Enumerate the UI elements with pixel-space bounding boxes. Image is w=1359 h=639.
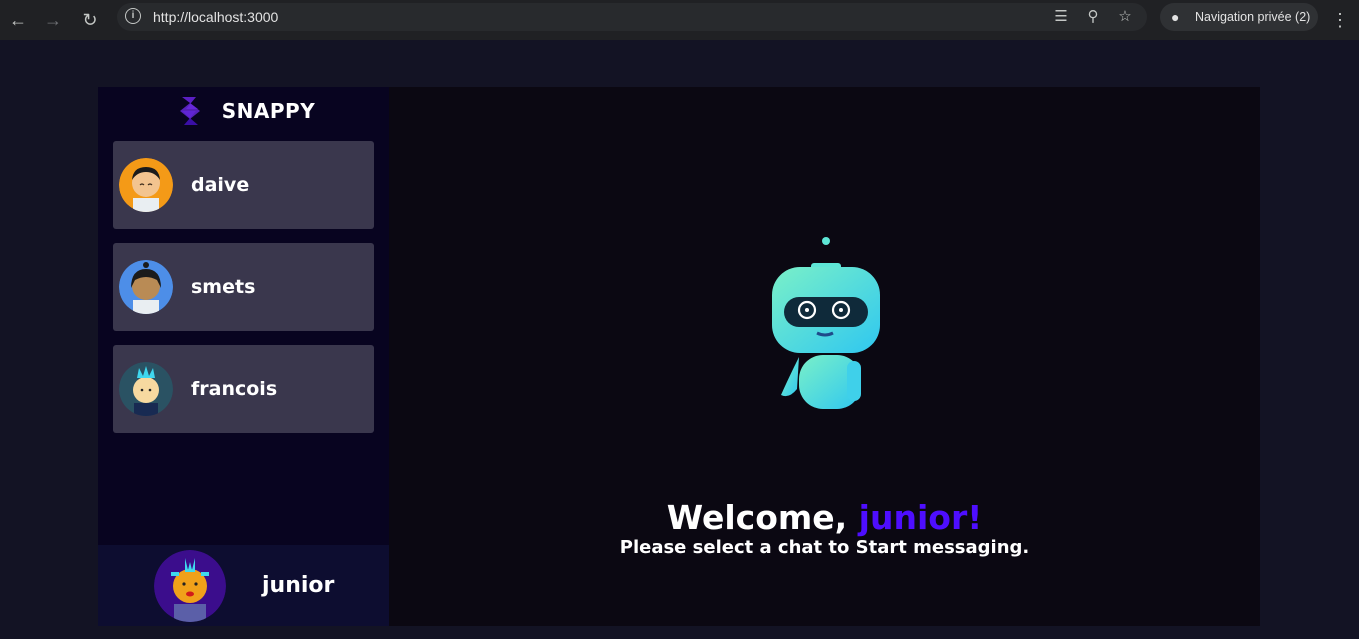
contacts-sidebar: SNAPPY daive smets francois junior	[98, 87, 389, 626]
zoom-icon[interactable]: ⚲	[1083, 7, 1103, 27]
info-icon[interactable]: i	[125, 8, 141, 24]
reload-icon[interactable]: ↻	[76, 6, 104, 34]
forward-icon[interactable]: →	[39, 6, 67, 34]
url-text[interactable]: http://localhost:3000	[153, 3, 278, 31]
avatar	[119, 260, 173, 314]
avatar	[154, 549, 226, 622]
welcome-username: junior!	[858, 498, 983, 537]
avatar	[119, 362, 173, 416]
incognito-profile-button[interactable]: ● Navigation privée (2)	[1160, 3, 1318, 31]
current-user-panel: junior	[98, 545, 389, 626]
avatar	[119, 158, 173, 212]
browser-toolbar: ← → ↻ i http://localhost:3000 ☰ ⚲ ☆ ● Na…	[0, 0, 1359, 40]
brand: SNAPPY	[98, 87, 389, 135]
translate-icon[interactable]: ☰	[1051, 7, 1071, 27]
welcome-greeting: Welcome,	[666, 498, 859, 537]
profile-label: Navigation privée (2)	[1195, 10, 1311, 24]
back-icon[interactable]: ←	[4, 6, 32, 34]
current-user-name: junior	[262, 573, 335, 598]
address-bar[interactable]: i http://localhost:3000 ☰ ⚲ ☆	[117, 3, 1147, 31]
snappy-logo-icon	[179, 97, 200, 125]
robot-icon	[772, 237, 880, 409]
welcome-panel: Welcome, junior! Please select a chat to…	[389, 87, 1260, 626]
incognito-icon: ●	[1171, 9, 1180, 25]
contact-item-smets[interactable]: smets	[113, 243, 374, 331]
contact-name: francois	[191, 378, 278, 400]
contact-item-francois[interactable]: francois	[113, 345, 374, 433]
star-icon[interactable]: ☆	[1115, 7, 1135, 27]
chat-container: SNAPPY daive smets francois junior Welco…	[98, 87, 1260, 626]
contact-name: smets	[191, 276, 256, 298]
brand-name: SNAPPY	[221, 99, 316, 123]
contact-item-daive[interactable]: daive	[113, 141, 374, 229]
page: SNAPPY daive smets francois junior Welco…	[0, 40, 1359, 639]
menu-icon[interactable]: ⋮	[1330, 6, 1350, 34]
welcome-heading: Welcome, junior!	[389, 498, 1260, 537]
welcome-subtitle: Please select a chat to Start messaging.	[619, 537, 1030, 558]
contact-name: daive	[191, 174, 250, 196]
